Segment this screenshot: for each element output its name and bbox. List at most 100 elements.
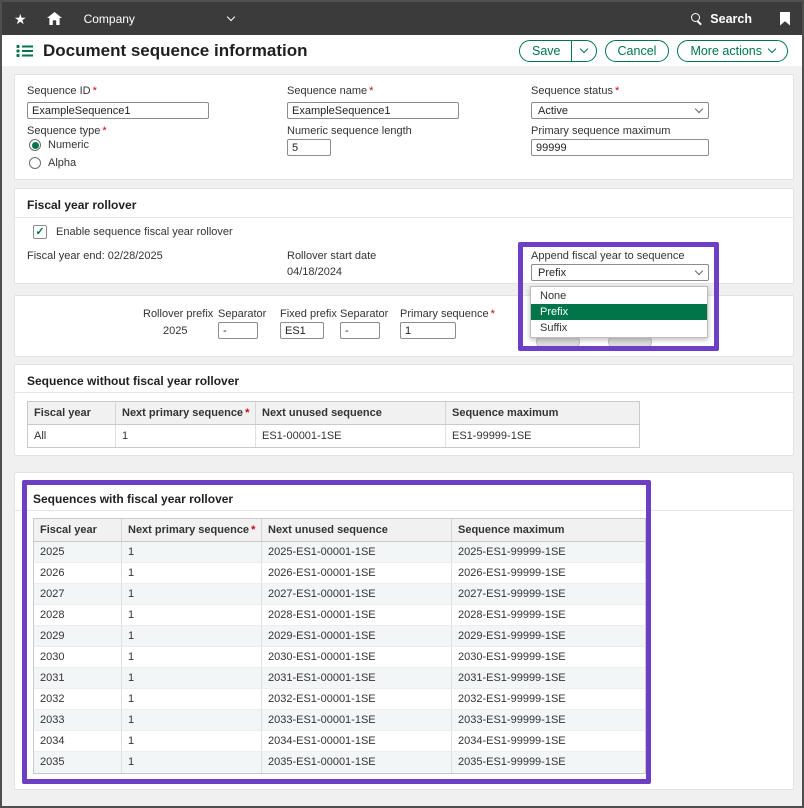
sequence-name-input[interactable] <box>287 102 459 119</box>
append-fiscal-year-select[interactable]: Prefix <box>531 264 709 281</box>
search-icon <box>691 13 703 25</box>
table-cell: 1 <box>122 752 262 773</box>
required-asterisk: * <box>491 308 495 320</box>
sequence-status-select[interactable]: Active <box>531 102 709 119</box>
primary-sequence-input[interactable] <box>400 322 456 339</box>
table-cell: 1 <box>116 425 256 447</box>
column-header: Sequence maximum <box>446 402 639 424</box>
table-cell: 1 <box>122 605 262 625</box>
table-cell: 2035-ES1-99999-1SE <box>452 752 645 773</box>
primary-max-input[interactable] <box>531 139 709 156</box>
table-cell: 2028-ES1-99999-1SE <box>452 605 645 625</box>
table-row: 2031 1 2031-ES1-00001-1SE 2031-ES1-99999… <box>34 668 645 689</box>
table-cell: 1 <box>122 563 262 583</box>
chevron-down-icon <box>695 267 703 275</box>
search-button[interactable]: Search <box>691 12 752 26</box>
sequence-without-heading: Sequence without fiscal year rollover <box>27 374 239 388</box>
radio-alpha[interactable]: Alpha <box>29 157 76 169</box>
radio-numeric-label: Numeric <box>48 139 89 151</box>
table-cell: 2026-ES1-00001-1SE <box>262 563 452 583</box>
table-header-row: Fiscal year Next primary sequence* Next … <box>28 402 639 425</box>
fixed-prefix-label: Fixed prefix <box>280 308 337 320</box>
sequences-with-heading: Sequences with fiscal year rollover <box>33 492 233 506</box>
primary-max-label: Primary sequence maximum <box>531 125 670 137</box>
table-cell: 2025-ES1-99999-1SE <box>452 542 645 562</box>
table-cell: 2033-ES1-00001-1SE <box>262 710 452 730</box>
home-icon[interactable] <box>47 12 62 25</box>
table-cell: All <box>28 425 116 447</box>
radio-alpha-label: Alpha <box>48 157 76 169</box>
required-asterisk: * <box>369 85 373 97</box>
table-cell: 1 <box>122 668 262 688</box>
enable-rollover-checkbox[interactable]: ✓ Enable sequence fiscal year rollover <box>33 225 233 239</box>
radio-numeric[interactable]: Numeric <box>29 139 89 151</box>
bookmark-icon[interactable] <box>780 12 790 26</box>
table-cell: 1 <box>122 542 262 562</box>
cancel-button[interactable]: Cancel <box>605 40 670 62</box>
column-header: Fiscal year <box>34 519 122 541</box>
table-cell: 2026-ES1-99999-1SE <box>452 563 645 583</box>
page-header: Document sequence information Save Cance… <box>2 35 802 66</box>
table-cell: 2029-ES1-99999-1SE <box>452 626 645 646</box>
section-divider <box>15 217 793 218</box>
sequence-id-input[interactable] <box>27 102 209 119</box>
separator2-input[interactable] <box>340 322 380 339</box>
more-actions-label: More actions <box>690 44 762 58</box>
table-cell: 2033 <box>34 710 122 730</box>
menu-option-prefix[interactable]: Prefix <box>531 304 707 320</box>
table-cell: 2031-ES1-00001-1SE <box>262 668 452 688</box>
column-header: Next unused sequence <box>256 402 446 424</box>
enable-rollover-label: Enable sequence fiscal year rollover <box>56 226 233 238</box>
table-cell: ES1-00001-1SE <box>256 425 446 447</box>
favorites-star-icon[interactable]: ★ <box>14 12 27 26</box>
table-cell: 2028-ES1-00001-1SE <box>262 605 452 625</box>
company-dropdown[interactable]: Company <box>84 12 234 26</box>
table-row: All 1 ES1-00001-1SE ES1-99999-1SE <box>28 425 639 447</box>
chevron-down-icon <box>579 45 587 53</box>
table-cell: 2028 <box>34 605 122 625</box>
menu-option-suffix[interactable]: Suffix <box>531 320 707 336</box>
menu-option-none[interactable]: None <box>531 288 707 304</box>
table-cell: 2029-ES1-00001-1SE <box>262 626 452 646</box>
table-cell: 2027 <box>34 584 122 604</box>
sequence-without-rollover-card: Sequence without fiscal year rollover Fi… <box>14 364 794 456</box>
sequence-status-value: Active <box>538 105 568 117</box>
save-button[interactable]: Save <box>519 40 597 62</box>
top-bar: ★ Company Search <box>2 2 802 35</box>
app-window: ★ Company Search Document sequence infor… <box>0 0 804 808</box>
table-cell: 2035-ES1-00001-1SE <box>262 752 452 773</box>
search-label: Search <box>710 12 752 26</box>
required-asterisk: * <box>93 85 97 97</box>
table-cell: 2026 <box>34 563 122 583</box>
append-fiscal-year-label: Append fiscal year to sequence <box>531 250 685 262</box>
primary-sequence-label: Primary sequence* <box>400 308 495 320</box>
sequences-with-table: Fiscal year Next primary sequence* Next … <box>33 518 646 774</box>
separator2-label: Separator <box>340 308 388 320</box>
more-actions-button[interactable]: More actions <box>677 40 788 62</box>
table-header-row: Fiscal year Next primary sequence* Next … <box>34 519 645 542</box>
separator1-label: Separator <box>218 308 266 320</box>
sequence-details-card: Sequence ID* Sequence name* Sequence sta… <box>14 74 794 180</box>
table-cell: 2030-ES1-99999-1SE <box>452 647 645 667</box>
save-label[interactable]: Save <box>520 41 571 61</box>
table-row: 2025 1 2025-ES1-00001-1SE 2025-ES1-99999… <box>34 542 645 563</box>
table-cell: 1 <box>122 731 262 751</box>
sequence-status-label: Sequence status* <box>531 85 619 97</box>
chevron-down-icon <box>226 13 234 21</box>
sequences-with-rollover-card: Sequences with fiscal year rollover Fisc… <box>14 472 794 790</box>
menu-icon[interactable] <box>16 44 33 58</box>
cancel-label: Cancel <box>618 44 657 58</box>
fiscal-rollover-heading: Fiscal year rollover <box>27 198 136 212</box>
fixed-prefix-input[interactable] <box>280 322 324 339</box>
separator1-input[interactable] <box>218 322 258 339</box>
company-label: Company <box>84 12 135 26</box>
append-fiscal-year-value: Prefix <box>538 267 566 279</box>
table-cell: ES1-99999-1SE <box>446 425 639 447</box>
column-header: Sequence maximum <box>452 519 645 541</box>
save-dropdown-button[interactable] <box>572 41 596 61</box>
numeric-length-input[interactable] <box>287 139 331 156</box>
table-row: 2026 1 2026-ES1-00001-1SE 2026-ES1-99999… <box>34 563 645 584</box>
table-cell: 2032-ES1-00001-1SE <box>262 689 452 709</box>
table-cell: 2034-ES1-99999-1SE <box>452 731 645 751</box>
table-cell: 2034 <box>34 731 122 751</box>
